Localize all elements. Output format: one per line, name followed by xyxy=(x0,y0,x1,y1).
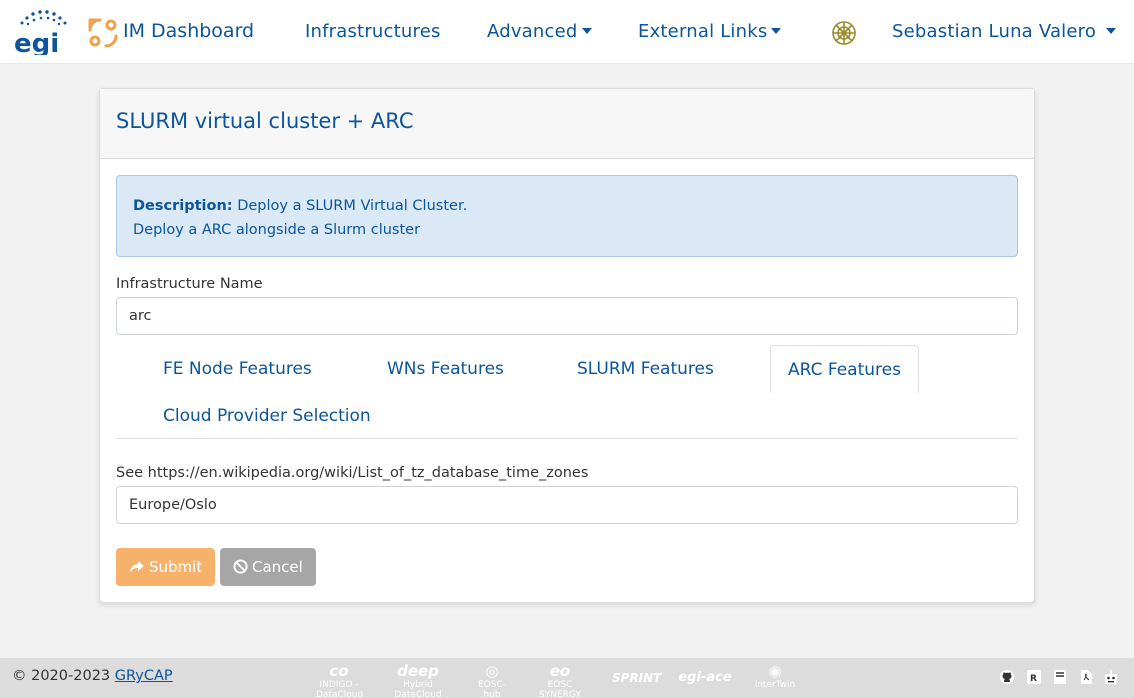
partner-logo-sprint[interactable]: SPRINT xyxy=(612,662,662,694)
partner-logo-indigo[interactable]: co INDIGO - DataCloud xyxy=(316,662,363,698)
partner-sub: EOSC-hub xyxy=(477,680,506,698)
brand-title[interactable]: IM Dashboard xyxy=(123,20,254,42)
nav-advanced-dropdown[interactable]: Advanced xyxy=(487,21,592,42)
page-title: SLURM virtual cluster + ARC xyxy=(116,109,414,133)
egi-grid-icon[interactable] xyxy=(830,19,858,47)
tab-slurm-features[interactable]: SLURM Features xyxy=(560,345,731,393)
egi-logo-icon[interactable]: egi xyxy=(12,9,74,55)
user-menu-dropdown[interactable]: Sebastian Luna Valero xyxy=(892,21,1117,42)
description-label: Description: xyxy=(133,198,233,214)
submit-button[interactable]: Submit xyxy=(116,548,216,586)
top-navbar: egi IM Dashboard Infrastructures Advance… xyxy=(0,0,1134,64)
description-line-1: Deploy a SLURM Virtual Cluster. xyxy=(237,198,468,214)
im-arrows-icon[interactable] xyxy=(86,16,120,50)
partner-logo-eosc-synergy[interactable]: eo EOSC SYNERGY xyxy=(528,662,592,698)
copyright-text: © 2020-2023 xyxy=(12,668,111,684)
partner-logo-intertwin[interactable]: ◉ interTwin xyxy=(754,662,796,694)
pdf-file-icon[interactable] xyxy=(1078,669,1094,685)
partner-sub: Hybrid DataCloud xyxy=(394,680,442,698)
robot-icon[interactable] xyxy=(1103,669,1119,685)
grycap-link[interactable]: GRyCAP xyxy=(115,668,173,684)
partner-mark: egi-ace xyxy=(678,670,732,685)
partner-mark: ◎ xyxy=(485,662,499,680)
nav-external-links-label: External Links xyxy=(638,21,768,42)
tab-arc-features[interactable]: ARC Features xyxy=(770,345,919,393)
nav-infrastructures-label: Infrastructures xyxy=(305,21,441,42)
submit-label: Submit xyxy=(149,558,203,576)
card-header: SLURM virtual cluster + ARC xyxy=(100,89,1034,159)
feature-tabs: FE Node Features WNs Features SLURM Feat… xyxy=(116,343,1018,439)
partner-logo-deep[interactable]: deep Hybrid DataCloud xyxy=(382,662,454,698)
deploy-form-card: SLURM virtual cluster + ARC Description:… xyxy=(99,88,1035,603)
infra-name-input[interactable] xyxy=(116,297,1018,335)
book-icon[interactable] xyxy=(1052,669,1068,685)
partner-logo-eosc-hub[interactable]: ◎ EOSC-hub xyxy=(474,662,510,698)
nav-infrastructures[interactable]: Infrastructures xyxy=(305,21,441,42)
cancel-button[interactable]: Cancel xyxy=(220,548,316,586)
svg-text:R: R xyxy=(1030,674,1037,684)
partner-mark: eo xyxy=(549,662,571,680)
timezone-input[interactable] xyxy=(116,486,1018,524)
nav-external-links-dropdown[interactable]: External Links xyxy=(638,21,782,42)
tab-wns-features[interactable]: WNs Features xyxy=(370,345,521,393)
caret-down-icon xyxy=(581,28,592,34)
description-alert: Description: Deploy a SLURM Virtual Clus… xyxy=(116,175,1018,257)
partner-sub: EOSC SYNERGY xyxy=(539,680,581,698)
tab-fe-node-features[interactable]: FE Node Features xyxy=(146,345,329,393)
share-arrow-icon xyxy=(130,561,144,573)
user-name: Sebastian Luna Valero xyxy=(892,21,1097,42)
github-icon[interactable] xyxy=(999,669,1015,685)
partner-sub: interTwin xyxy=(754,680,796,690)
tab-cloud-provider-selection[interactable]: Cloud Provider Selection xyxy=(146,392,388,440)
partner-mark: ◉ xyxy=(768,662,782,680)
infra-name-label: Infrastructure Name xyxy=(116,276,263,292)
page-footer: © 2020-2023 GRyCAP co INDIGO - DataCloud … xyxy=(0,658,1134,698)
description-line-2: Deploy a ARC alongside a Slurm cluster xyxy=(133,222,421,238)
partner-mark: deep xyxy=(397,662,439,680)
copyright: © 2020-2023 GRyCAP xyxy=(12,668,173,684)
caret-down-icon xyxy=(771,28,782,34)
partner-logo-egi-ace[interactable]: egi-ace xyxy=(676,662,734,694)
partner-mark: co xyxy=(329,662,349,680)
partner-sub: INDIGO - DataCloud xyxy=(316,680,364,698)
svg-text:egi: egi xyxy=(14,29,59,55)
partner-mark: SPRINT xyxy=(612,671,662,685)
cancel-label: Cancel xyxy=(252,558,303,576)
ban-icon xyxy=(233,559,248,574)
nav-advanced-label: Advanced xyxy=(487,21,578,42)
timezone-help-label: See https://en.wikipedia.org/wiki/List_o… xyxy=(116,465,589,481)
caret-down-icon xyxy=(1106,28,1117,34)
r-project-icon[interactable]: R xyxy=(1026,669,1042,685)
